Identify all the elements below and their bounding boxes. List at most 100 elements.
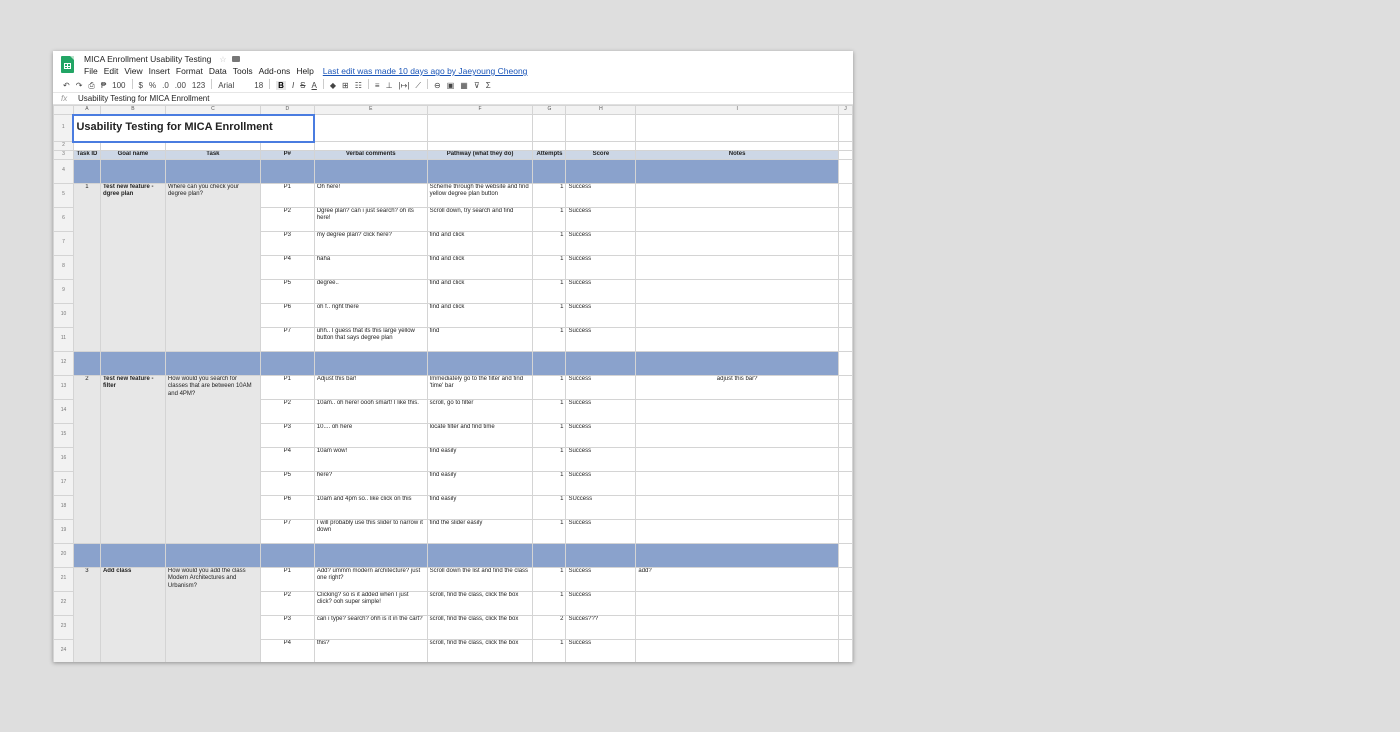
cell[interactable] (837, 566, 853, 592)
attempts-cell[interactable]: 1 (532, 446, 567, 472)
cell[interactable] (72, 141, 101, 151)
score-cell[interactable]: Success (565, 590, 637, 616)
notes-cell[interactable] (635, 326, 839, 352)
verbal-comment-cell[interactable]: can i type? search? ohh is it in the car… (313, 614, 428, 640)
attempts-cell[interactable]: 1 (532, 590, 567, 616)
row-header[interactable]: 15 (53, 422, 74, 448)
verbal-comment-cell[interactable]: uhh.. I guess that its this large yellow… (313, 326, 428, 352)
row-header[interactable]: 16 (53, 446, 74, 472)
row-header[interactable]: 3 (53, 149, 74, 160)
notes-cell[interactable] (635, 494, 839, 520)
verbal-comment-cell[interactable]: Oh here! (313, 182, 428, 208)
attempts-cell[interactable]: 1 (532, 566, 567, 592)
participant-cell[interactable]: P2 (259, 206, 315, 232)
filter-icon[interactable]: ⊽ (474, 81, 480, 90)
notes-cell[interactable] (635, 518, 839, 544)
verbal-comment-cell[interactable]: 10am.. oh here! oooh smart! I like this. (313, 398, 428, 424)
cell[interactable] (837, 254, 853, 280)
menu-format[interactable]: Format (176, 66, 203, 76)
cell[interactable] (164, 141, 261, 151)
participant-cell[interactable]: P1 (259, 566, 315, 592)
task-cell[interactable]: How would you add the class Modern Archi… (164, 566, 261, 662)
participant-cell[interactable]: P1 (259, 374, 315, 400)
participant-cell[interactable]: P3 (259, 614, 315, 640)
menu-edit[interactable]: Edit (104, 66, 119, 76)
band-cell[interactable] (164, 350, 261, 376)
cell[interactable] (426, 141, 534, 151)
menu-file[interactable]: File (84, 66, 98, 76)
notes-cell[interactable] (635, 182, 839, 208)
participant-cell[interactable]: P2 (259, 398, 315, 424)
cell[interactable] (837, 398, 853, 424)
menu-data[interactable]: Data (209, 66, 227, 76)
column-header[interactable]: D (259, 105, 315, 115)
verbal-comment-cell[interactable]: 10am and 4pm so.. like click on this (313, 494, 428, 520)
verbal-comment-cell[interactable]: degree.. (313, 278, 428, 304)
cell[interactable] (426, 114, 534, 142)
attempts-cell[interactable]: 1 (532, 254, 567, 280)
verbal-comment-cell[interactable]: Clicking? so is it added when I just cli… (313, 590, 428, 616)
link-icon[interactable]: ⊖ (434, 81, 441, 90)
chart-icon[interactable]: ▦ (460, 81, 468, 90)
cell[interactable] (565, 114, 637, 142)
attempts-cell[interactable]: 1 (532, 398, 567, 424)
band-cell[interactable] (72, 350, 101, 376)
formula-input[interactable]: Usability Testing for MICA Enrollment (78, 94, 209, 103)
fill-color-icon[interactable]: ◆ (330, 81, 336, 90)
cell[interactable] (837, 470, 853, 496)
score-cell[interactable]: Success (565, 278, 637, 304)
participant-cell[interactable]: P5 (259, 470, 315, 496)
band-cell[interactable] (313, 542, 428, 568)
band-cell[interactable] (313, 158, 428, 184)
cell[interactable] (635, 141, 839, 151)
row-header[interactable]: 2 (53, 141, 74, 151)
menu-addons[interactable]: Add-ons (259, 66, 291, 76)
pathway-cell[interactable]: scroll, find the class, click the box (426, 638, 534, 662)
cell[interactable] (837, 422, 853, 448)
participant-cell[interactable]: P7 (259, 326, 315, 352)
pathway-cell[interactable]: find easily (426, 470, 534, 496)
cell[interactable] (635, 114, 839, 142)
column-header[interactable]: C (164, 105, 261, 115)
pathway-cell[interactable]: find and click (426, 230, 534, 256)
attempts-cell[interactable]: 1 (532, 470, 567, 496)
cell[interactable] (837, 374, 853, 400)
verbal-comment-cell[interactable]: Add? ummm modern architecture? just one … (313, 566, 428, 592)
notes-cell[interactable] (635, 278, 839, 304)
pathway-cell[interactable]: Scheme through the website and find yell… (426, 182, 534, 208)
attempts-cell[interactable]: 1 (532, 230, 567, 256)
band-cell[interactable] (532, 350, 567, 376)
attempts-cell[interactable]: 1 (532, 374, 567, 400)
pathway-cell[interactable]: scroll, find the class, click the box (426, 590, 534, 616)
row-header[interactable]: 21 (53, 566, 74, 592)
score-cell[interactable]: Success (565, 638, 637, 662)
strikethrough-button[interactable]: S (300, 81, 305, 90)
row-header[interactable]: 13 (53, 374, 74, 400)
cell[interactable] (313, 141, 428, 151)
task-cell[interactable]: How would you search for classes that ar… (164, 374, 261, 544)
attempts-cell[interactable]: 1 (532, 422, 567, 448)
cell[interactable] (837, 518, 853, 544)
row-header[interactable]: 24 (53, 638, 74, 662)
score-cell[interactable]: Success (565, 566, 637, 592)
participant-cell[interactable]: P4 (259, 638, 315, 662)
row-header[interactable]: 1 (53, 114, 74, 142)
column-header[interactable]: F (426, 105, 534, 115)
participant-cell[interactable]: P6 (259, 494, 315, 520)
select-all-corner[interactable] (53, 105, 74, 115)
notes-cell[interactable]: adjust this bar? (635, 374, 839, 400)
pathway-cell[interactable]: scroll, find the class, click the box (426, 614, 534, 640)
row-header[interactable]: 10 (53, 302, 74, 328)
notes-cell[interactable] (635, 254, 839, 280)
column-header[interactable]: I (635, 105, 839, 115)
participant-cell[interactable]: P4 (259, 446, 315, 472)
last-edit-link[interactable]: Last edit was made 10 days ago by Jaeyou… (323, 66, 528, 76)
band-cell[interactable] (99, 542, 166, 568)
notes-cell[interactable] (635, 470, 839, 496)
row-header[interactable]: 18 (53, 494, 74, 520)
task-id-cell[interactable]: 1 (72, 182, 101, 352)
participant-cell[interactable]: P2 (259, 590, 315, 616)
paint-format-icon[interactable]: ₱ (101, 81, 106, 90)
sheet-title-cell[interactable]: Usability Testing for MICA Enrollment (72, 113, 316, 143)
row-header[interactable]: 7 (53, 230, 74, 256)
